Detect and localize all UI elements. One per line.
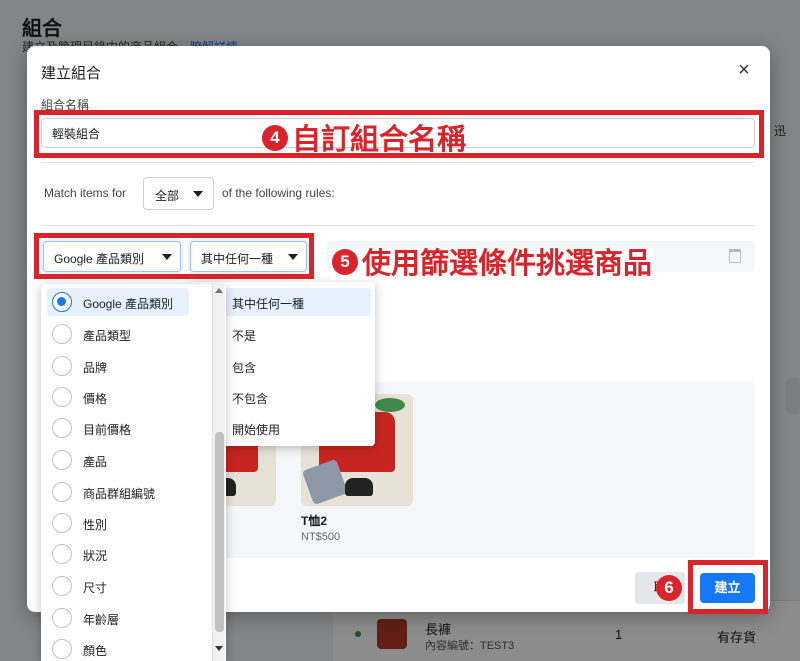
close-icon[interactable]: × xyxy=(733,60,755,82)
step5-annotation: 5 使用篩選條件挑選商品 xyxy=(330,240,655,282)
dropdown-option[interactable]: 目前價格 xyxy=(47,414,207,442)
highlight-create xyxy=(688,560,768,614)
radio-icon xyxy=(52,544,72,564)
radio-icon xyxy=(52,356,72,376)
trash-icon[interactable] xyxy=(729,249,741,263)
radio-icon xyxy=(52,387,72,407)
step6-badge: 6 xyxy=(656,575,682,602)
dropdown-option[interactable]: 狀況 xyxy=(47,540,207,568)
field-dropdown-menu: Google 產品類別 產品類型 品牌 價格 目前價格 產品 商品群組編號 性別… xyxy=(41,284,226,661)
radio-icon xyxy=(52,608,72,628)
dropdown-option[interactable]: 產品類型 xyxy=(47,320,207,348)
shoe-image xyxy=(345,478,373,496)
match-mode-value: 全部 xyxy=(155,189,180,203)
dropdown-option[interactable]: 產品 xyxy=(47,446,207,474)
radio-icon xyxy=(52,324,72,344)
radio-icon xyxy=(52,639,72,659)
radio-icon xyxy=(52,418,72,438)
dropdown-option[interactable]: 價格 xyxy=(47,383,207,411)
highlight-filters xyxy=(34,233,314,279)
product-name: T恤2 xyxy=(301,514,328,528)
dropdown-scrollbar[interactable] xyxy=(212,284,225,661)
match-suffix-label: of the following rules: xyxy=(222,186,335,200)
step5-badge: 5 xyxy=(332,249,358,276)
dialog-title: 建立組合 xyxy=(41,65,102,82)
dropdown-option[interactable]: 尺寸 xyxy=(47,572,207,600)
dropdown-option[interactable]: 品牌 xyxy=(47,352,207,380)
radio-selected-icon xyxy=(52,292,72,312)
radio-icon xyxy=(52,513,72,533)
dropdown-option[interactable]: 商品群組編號 xyxy=(47,478,207,506)
dropdown-option[interactable]: 顏色 xyxy=(47,635,207,661)
divider xyxy=(41,162,755,163)
radio-icon xyxy=(52,450,72,470)
scrollbar-thumb[interactable] xyxy=(215,432,224,632)
step6-annotation: 6 xyxy=(656,574,686,607)
leaf-decoration xyxy=(375,398,405,412)
step4-annotation: 4 自訂組合名稱 xyxy=(262,116,466,158)
divider xyxy=(41,225,755,226)
dropdown-option[interactable]: Google 產品類別 xyxy=(47,288,189,316)
step4-badge: 4 xyxy=(262,125,288,152)
step5-text: 使用篩選條件挑選商品 xyxy=(362,248,653,280)
step4-text: 自訂組合名稱 xyxy=(292,124,467,156)
radio-icon xyxy=(52,576,72,596)
chevron-down-icon xyxy=(193,191,203,197)
dropdown-option[interactable]: 年齡層 xyxy=(47,604,207,632)
match-mode-select[interactable]: 全部 xyxy=(143,177,214,210)
match-prefix-label: Match items for xyxy=(44,186,127,200)
radio-icon xyxy=(52,482,72,502)
dropdown-option[interactable]: 性別 xyxy=(47,509,207,537)
scroll-up-icon[interactable] xyxy=(215,288,223,293)
scroll-down-icon[interactable] xyxy=(215,646,223,651)
product-price: NT$500 xyxy=(301,531,341,543)
